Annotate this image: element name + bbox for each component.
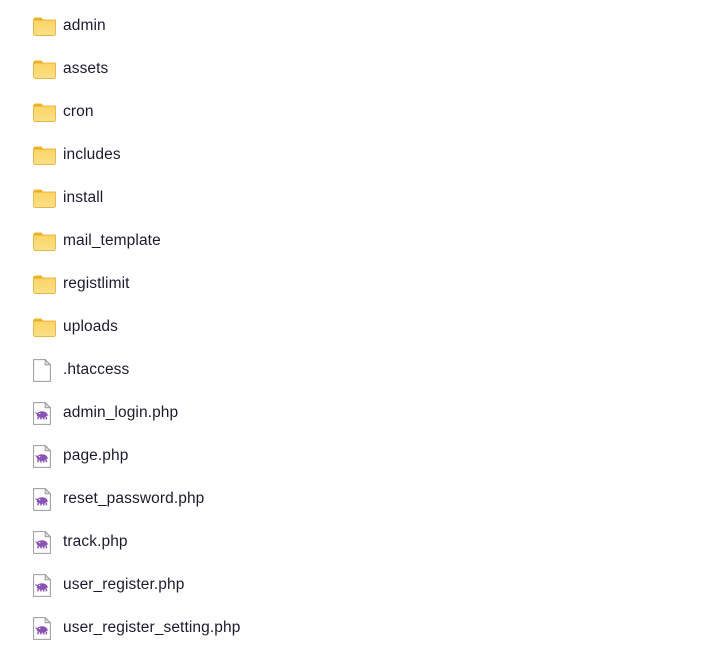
list-item[interactable]: user_register_setting.php xyxy=(0,607,721,650)
folder-icon xyxy=(33,228,57,254)
folder-icon xyxy=(33,185,57,211)
list-item[interactable]: assets xyxy=(0,48,721,91)
list-item-label: reset_password.php xyxy=(63,490,205,508)
list-item-label: registlimit xyxy=(63,275,130,293)
folder-icon xyxy=(33,13,57,39)
list-item[interactable]: uploads xyxy=(0,306,721,349)
list-item-label: assets xyxy=(63,60,109,78)
list-item-label: includes xyxy=(63,146,121,164)
folder-icon xyxy=(33,142,57,168)
list-item[interactable]: admin xyxy=(0,5,721,48)
list-item-label: .htaccess xyxy=(63,361,130,379)
folder-icon xyxy=(33,271,57,297)
list-item[interactable]: cron xyxy=(0,91,721,134)
list-item-label: admin_login.php xyxy=(63,404,179,422)
list-item[interactable]: track.php xyxy=(0,521,721,564)
php-file-icon xyxy=(33,486,57,512)
folder-icon xyxy=(33,314,57,340)
list-item-label: mail_template xyxy=(63,232,161,250)
list-item-label: admin xyxy=(63,17,106,35)
php-file-icon xyxy=(33,400,57,426)
folder-icon xyxy=(33,99,57,125)
list-item[interactable]: includes xyxy=(0,134,721,177)
list-item[interactable]: admin_login.php xyxy=(0,392,721,435)
list-item[interactable]: install xyxy=(0,177,721,220)
php-file-icon xyxy=(33,615,57,641)
list-item-label: user_register_setting.php xyxy=(63,619,241,637)
file-listing: admin assets cron includes install mail_templ… xyxy=(0,0,721,667)
list-item[interactable]: registlimit xyxy=(0,263,721,306)
folder-icon xyxy=(33,56,57,82)
php-file-icon xyxy=(33,529,57,555)
list-item[interactable]: page.php xyxy=(0,435,721,478)
list-item-label: page.php xyxy=(63,447,129,465)
list-item[interactable]: .htaccess xyxy=(0,349,721,392)
php-file-icon xyxy=(33,572,57,598)
list-item[interactable]: mail_template xyxy=(0,220,721,263)
list-item-label: track.php xyxy=(63,533,128,551)
list-item[interactable]: reset_password.php xyxy=(0,478,721,521)
php-file-icon xyxy=(33,443,57,469)
list-item-label: install xyxy=(63,189,104,207)
list-item-label: cron xyxy=(63,103,94,121)
list-item-label: user_register.php xyxy=(63,576,185,594)
list-item-label: uploads xyxy=(63,318,118,336)
file-icon xyxy=(33,357,57,383)
list-item[interactable]: user_register.php xyxy=(0,564,721,607)
